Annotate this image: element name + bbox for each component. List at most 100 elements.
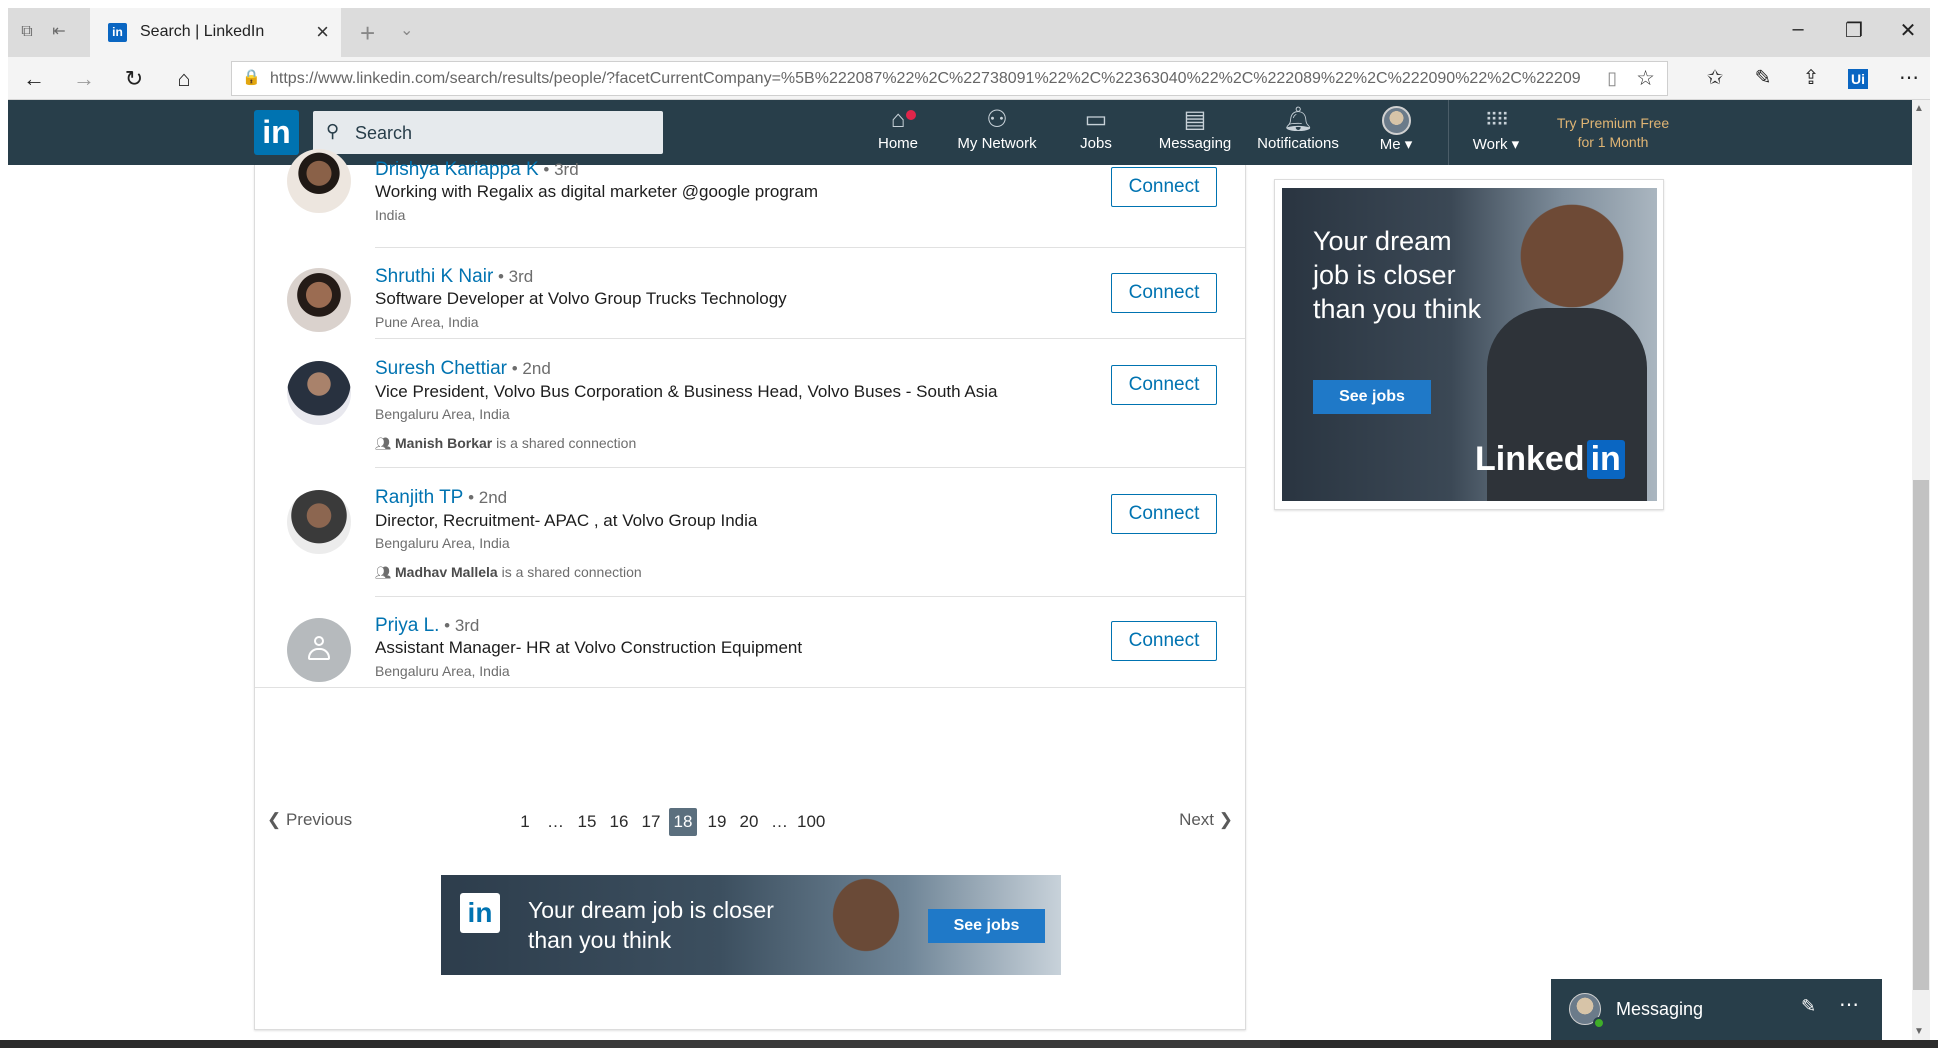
- os-taskbar: [0, 1040, 1938, 1048]
- page-1[interactable]: 1: [511, 808, 539, 836]
- nav-notifications[interactable]: 🔔︎ Notifications: [1248, 106, 1348, 162]
- avatar[interactable]: [287, 149, 351, 213]
- search-input[interactable]: ⚲ Search: [313, 111, 663, 154]
- avatar-placeholder[interactable]: [287, 618, 351, 682]
- page-ellipsis: …: [771, 812, 788, 831]
- linkedin-logo[interactable]: in: [254, 110, 299, 155]
- linkedin-favicon-icon: in: [108, 23, 127, 42]
- page-15[interactable]: 15: [573, 808, 601, 836]
- search-icon: ⚲: [326, 121, 340, 141]
- grid-icon: ⠿⠿: [1484, 110, 1509, 130]
- shared-connection[interactable]: 👥︎ Manish Borkar is a shared connection: [375, 435, 636, 452]
- more-options-icon[interactable]: ⋯: [1894, 65, 1924, 90]
- see-jobs-button[interactable]: See jobs: [1313, 380, 1431, 414]
- tab-close-icon[interactable]: ×: [316, 19, 329, 45]
- messaging-title: Messaging: [1616, 999, 1704, 1019]
- avatar: [1381, 106, 1411, 135]
- result-headline: Assistant Manager- HR at Volvo Construct…: [375, 638, 803, 657]
- more-options-icon[interactable]: ⋯: [1839, 992, 1860, 1017]
- home-icon[interactable]: ⌂: [170, 65, 198, 93]
- tab-preview-icon[interactable]: ⧉: [16, 22, 38, 42]
- banner-ad[interactable]: in Your dream job is closer than you thi…: [441, 875, 1061, 975]
- messaging-overlay[interactable]: Messaging ✎ ⋯: [1551, 979, 1882, 1048]
- forward-arrow-icon[interactable]: →: [70, 65, 98, 93]
- notification-badge: [904, 108, 918, 122]
- favorites-icon[interactable]: ✩: [1700, 65, 1730, 90]
- connect-button[interactable]: Connect: [1111, 494, 1217, 534]
- extension-ui-icon[interactable]: Ui: [1848, 69, 1868, 89]
- previous-page-button[interactable]: ❮ Previous: [267, 810, 352, 830]
- page-19[interactable]: 19: [703, 808, 731, 836]
- restore-button[interactable]: ❐: [1834, 18, 1874, 43]
- chevron-down-icon[interactable]: ⌄: [400, 20, 413, 40]
- address-toolbar: ← → ↻ ⌂ 🔒 https://www.linkedin.com/searc…: [8, 57, 1930, 100]
- result-location: Pune Area, India: [375, 314, 479, 330]
- ad-photo: [811, 875, 921, 975]
- nav-me[interactable]: Me ▾: [1362, 106, 1430, 162]
- search-placeholder: Search: [355, 123, 413, 143]
- person-icon: [308, 636, 330, 664]
- search-results-list: Drishya Kariappa K • 3rd Working with Re…: [254, 149, 1246, 1030]
- ad-headline: Your dream job is closer than you think: [528, 897, 774, 953]
- result-headline: Director, Recruitment- APAC , at Volvo G…: [375, 511, 758, 530]
- list-item: Shruthi K Nair • 3rd Software Developer …: [255, 248, 1245, 339]
- list-item: Suresh Chettiar • 2nd Vice President, Vo…: [255, 339, 1245, 468]
- connect-button[interactable]: Connect: [1111, 365, 1217, 405]
- avatar[interactable]: [287, 361, 351, 425]
- page-100[interactable]: 100: [797, 808, 825, 836]
- chevron-right-icon: ❯: [1214, 810, 1233, 829]
- share-icon[interactable]: ⇪: [1796, 65, 1826, 90]
- avatar[interactable]: [287, 268, 351, 332]
- url-text[interactable]: https://www.linkedin.com/search/results/…: [270, 70, 1590, 88]
- back-arrow-icon[interactable]: ←: [20, 65, 48, 93]
- bell-icon: 🔔︎: [1282, 106, 1314, 133]
- connection-degree: • 3rd: [439, 616, 480, 635]
- new-tab-icon[interactable]: +: [360, 18, 375, 49]
- result-name[interactable]: Drishya Kariappa K • 3rd: [375, 159, 579, 181]
- see-jobs-button[interactable]: See jobs: [928, 909, 1045, 943]
- compose-icon[interactable]: ✎: [1801, 996, 1816, 1017]
- shared-connection[interactable]: 👥︎ Madhav Mallela is a shared connection: [375, 564, 642, 581]
- messaging-icon: ▤: [1183, 106, 1207, 133]
- scroll-down-arrow-icon[interactable]: ▼: [1914, 1026, 1924, 1037]
- favorite-star-icon[interactable]: ☆: [1636, 66, 1655, 91]
- try-premium-link[interactable]: Try Premium Free for 1 Month: [1538, 114, 1688, 152]
- connect-button[interactable]: Connect: [1111, 273, 1217, 313]
- result-name[interactable]: Suresh Chettiar • 2nd: [375, 358, 551, 380]
- url-bar[interactable]: 🔒 https://www.linkedin.com/search/result…: [231, 61, 1668, 96]
- linkedin-logo: in: [460, 893, 500, 933]
- chevron-left-icon: ❮: [267, 810, 286, 829]
- scroll-up-arrow-icon[interactable]: ▲: [1914, 103, 1924, 114]
- connection-degree: • 3rd: [538, 160, 579, 179]
- set-aside-tabs-icon[interactable]: ⇤: [48, 22, 70, 42]
- avatar[interactable]: [287, 490, 351, 554]
- page-20[interactable]: 20: [735, 808, 763, 836]
- nav-messaging[interactable]: ▤ Messaging: [1150, 106, 1240, 162]
- connect-button[interactable]: Connect: [1111, 167, 1217, 207]
- result-name[interactable]: Ranjith TP • 2nd: [375, 487, 507, 509]
- result-name[interactable]: Priya L. • 3rd: [375, 615, 479, 637]
- refresh-icon[interactable]: ↻: [120, 65, 148, 93]
- reading-view-icon[interactable]: ▯: [1607, 68, 1617, 89]
- nav-my-network[interactable]: ⚇ My Network: [948, 106, 1046, 162]
- pen-icon[interactable]: ✎: [1748, 65, 1778, 90]
- side-ad[interactable]: Your dream job is closer than you think …: [1282, 188, 1657, 501]
- connect-button[interactable]: Connect: [1111, 621, 1217, 661]
- linkedin-global-nav: in ⚲ Search ⌂ Home ⚇ My Network ▭ Jobs ▤…: [8, 100, 1922, 165]
- next-page-button[interactable]: Next ❯: [1179, 810, 1233, 830]
- page-18-current[interactable]: 18: [669, 808, 697, 836]
- page-ellipsis: …: [547, 812, 564, 831]
- nav-work[interactable]: ⠿⠿ Work ▾: [1464, 106, 1528, 162]
- list-item: Drishya Kariappa K • 3rd Working with Re…: [255, 149, 1245, 248]
- result-location: Bengaluru Area, India: [375, 406, 510, 422]
- browser-tab-active[interactable]: in Search | LinkedIn ×: [90, 8, 341, 57]
- nav-home[interactable]: ⌂ Home: [866, 106, 930, 162]
- scrollbar-thumb[interactable]: [1913, 480, 1929, 990]
- nav-jobs[interactable]: ▭ Jobs: [1064, 106, 1128, 162]
- tab-title: Search | LinkedIn: [140, 23, 265, 40]
- result-name[interactable]: Shruthi K Nair • 3rd: [375, 266, 533, 288]
- minimize-button[interactable]: –: [1778, 18, 1818, 41]
- page-17[interactable]: 17: [637, 808, 665, 836]
- close-window-button[interactable]: ✕: [1888, 18, 1928, 43]
- page-16[interactable]: 16: [605, 808, 633, 836]
